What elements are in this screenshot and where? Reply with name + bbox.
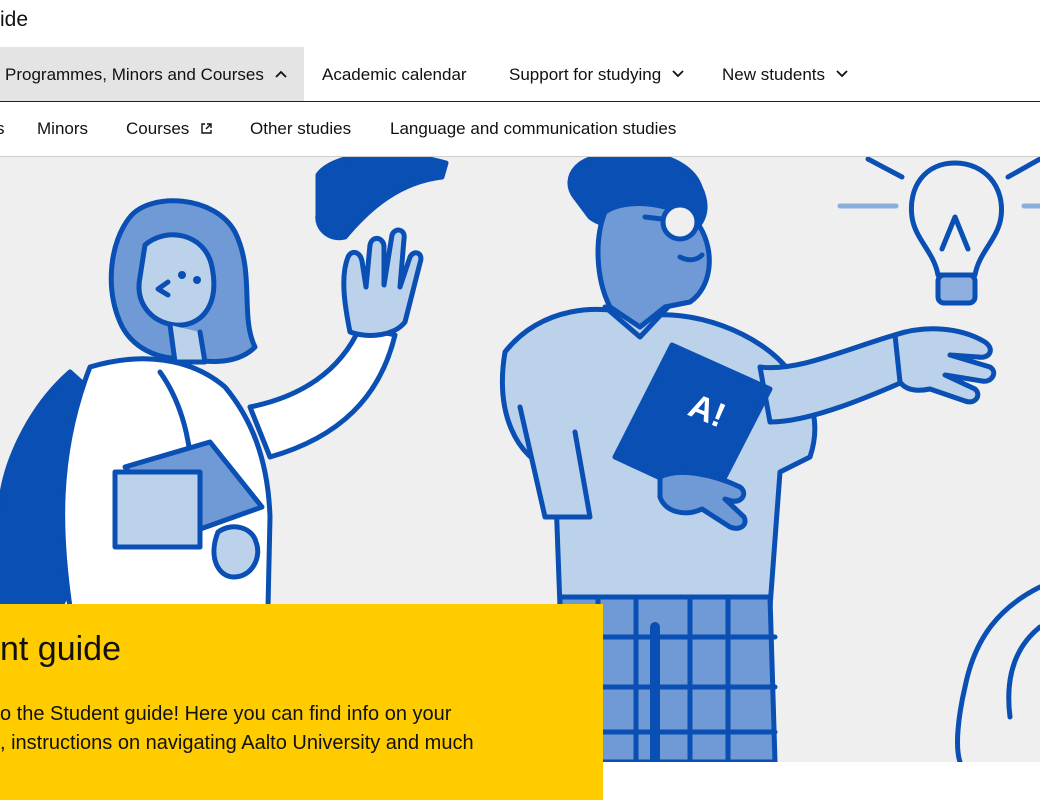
external-link-icon xyxy=(201,122,212,134)
nav-item-label: Support for studying xyxy=(509,65,662,84)
intro-line: , instructions on navigating Aalto Unive… xyxy=(0,732,474,754)
subnav-item-courses[interactable]: Courses xyxy=(126,102,212,156)
nav-item-new-students[interactable]: New students xyxy=(722,47,848,101)
subnav-item-label: Language and communication studies xyxy=(390,119,677,138)
chevron-down-icon xyxy=(836,70,848,78)
nav-item-label: Programmes, Minors and Courses xyxy=(5,65,264,84)
intro-line: o the Student guide! Here you can find i… xyxy=(0,703,452,725)
subnav-item-label: Courses xyxy=(126,119,190,138)
chevron-up-icon xyxy=(274,70,287,78)
site-title[interactable]: ide xyxy=(0,8,28,32)
subnav-item-language-communication[interactable]: Language and communication studies xyxy=(390,102,676,156)
main-navigation: Programmes, Minors and Courses Academic … xyxy=(0,47,1040,102)
hero-card: nt guide o the Student guide! Here you c… xyxy=(0,604,603,800)
sub-navigation: s Minors Courses Other studies Language … xyxy=(0,102,1040,157)
subnav-item-programmes[interactable]: s xyxy=(0,102,5,156)
intro-text: o the Student guide! Here you can find i… xyxy=(0,700,474,758)
subnav-item-label: s xyxy=(0,119,5,138)
subnav-item-label: Minors xyxy=(37,119,89,138)
subnav-item-minors[interactable]: Minors xyxy=(37,102,88,156)
subnav-item-label: Other studies xyxy=(250,119,352,138)
nav-item-programmes-minors-courses[interactable]: Programmes, Minors and Courses xyxy=(0,47,304,101)
chevron-down-icon xyxy=(672,70,684,78)
nav-item-label: New students xyxy=(722,65,825,84)
subnav-item-other-studies[interactable]: Other studies xyxy=(250,102,351,156)
nav-item-support-for-studying[interactable]: Support for studying xyxy=(509,47,684,101)
nav-item-academic-calendar[interactable]: Academic calendar xyxy=(322,47,467,101)
nav-item-label: Academic calendar xyxy=(322,65,467,84)
page-title: nt guide xyxy=(0,630,121,668)
